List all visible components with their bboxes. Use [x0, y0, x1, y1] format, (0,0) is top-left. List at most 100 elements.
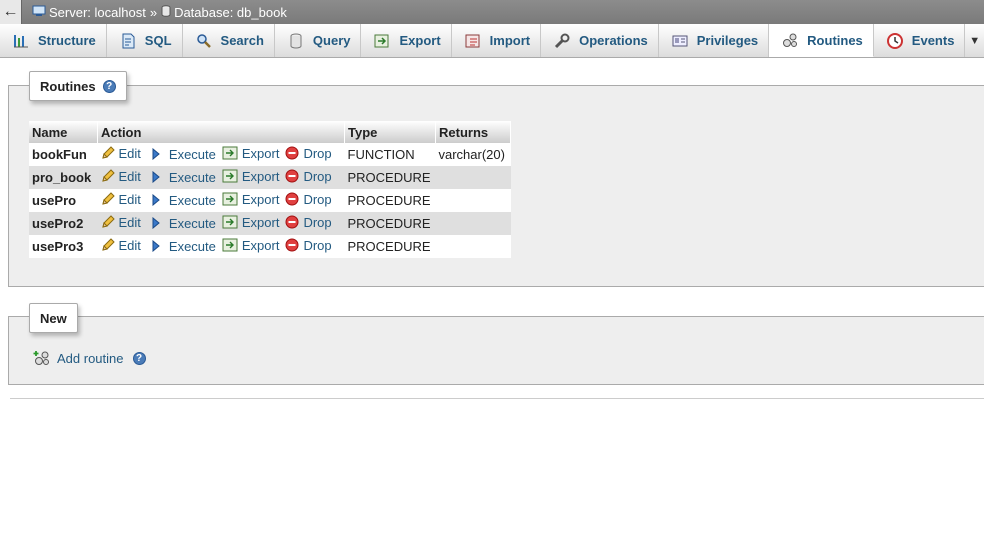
- column-header-type[interactable]: Type: [344, 121, 436, 143]
- export-label: Export: [241, 237, 280, 253]
- chevron-down-icon: ▼: [969, 34, 981, 47]
- export-label: Export: [241, 168, 280, 184]
- table-row: pro_book Edit Execute Export Drop PROCEDURE: [29, 166, 511, 189]
- routine-returns: varchar(20): [435, 143, 511, 166]
- edit-label: Edit: [118, 168, 141, 184]
- play-icon: [151, 194, 165, 207]
- routine-name: pro_book: [29, 166, 98, 189]
- routine-type: FUNCTION: [344, 143, 436, 166]
- breadcrumb-server-link[interactable]: Server: localhost: [49, 5, 146, 20]
- routine-type: PROCEDURE: [344, 166, 436, 189]
- export-link[interactable]: Export: [222, 237, 280, 253]
- routine-actions: Edit Execute Export Drop: [97, 235, 345, 258]
- pencil-icon: [101, 169, 119, 183]
- drop-link[interactable]: Drop: [285, 146, 332, 161]
- drop-label: Drop: [303, 191, 332, 207]
- pencil-icon: [101, 238, 119, 252]
- tab-events[interactable]: Events: [874, 24, 966, 57]
- execute-link[interactable]: Execute: [147, 147, 216, 162]
- export-label: Export: [241, 191, 280, 207]
- drop-label: Drop: [303, 168, 332, 184]
- drop-link[interactable]: Drop: [285, 214, 332, 230]
- drop-link[interactable]: Drop: [285, 191, 332, 207]
- export-icon: [222, 192, 242, 206]
- tab-label: Structure: [38, 33, 96, 48]
- help-icon[interactable]: ?: [132, 351, 146, 365]
- drop-label: Drop: [303, 214, 332, 230]
- export-link[interactable]: Export: [222, 214, 280, 230]
- search-icon: [195, 32, 213, 50]
- add-routine-icon[interactable]: [33, 349, 51, 367]
- export-icon: [222, 215, 242, 229]
- back-button[interactable]: ←: [0, 0, 22, 24]
- routine-name: usePro: [29, 189, 98, 212]
- column-header-returns[interactable]: Returns: [435, 121, 511, 143]
- column-header-name[interactable]: Name: [29, 121, 98, 143]
- add-routine-link[interactable]: Add routine: [57, 351, 124, 366]
- routine-name: bookFun: [29, 143, 98, 166]
- edit-label: Edit: [118, 237, 141, 253]
- execute-link[interactable]: Execute: [147, 170, 216, 185]
- tab-sql[interactable]: SQL: [107, 24, 183, 57]
- database-icon: [161, 4, 171, 20]
- tab-routines[interactable]: Routines: [769, 24, 874, 57]
- execute-link[interactable]: Execute: [147, 193, 216, 208]
- tab-structure[interactable]: Structure: [0, 24, 107, 57]
- table-row: usePro2 Edit Execute Export Drop PROCEDURE: [29, 212, 511, 235]
- drop-link[interactable]: Drop: [285, 237, 332, 253]
- table-row: bookFun Edit Execute Export Drop FUNCTION varc…: [29, 143, 511, 166]
- column-header-action: Action: [97, 121, 345, 143]
- edit-link[interactable]: Edit: [101, 146, 141, 161]
- routine-actions: Edit Execute Export Drop: [97, 189, 345, 212]
- routine-name: usePro2: [29, 212, 98, 235]
- pencil-icon: [101, 146, 119, 160]
- export-icon: [222, 238, 242, 252]
- routines-legend: Routines ?: [29, 71, 127, 101]
- drop-link[interactable]: Drop: [285, 168, 332, 184]
- execute-link[interactable]: Execute: [147, 216, 216, 231]
- tab-label: Routines: [807, 32, 863, 48]
- drop-label: Drop: [303, 237, 332, 253]
- edit-link[interactable]: Edit: [101, 192, 141, 207]
- more-tabs-dropdown[interactable]: ▼: [965, 24, 984, 57]
- add-routine-row: Add routine ?: [33, 349, 146, 367]
- routine-returns: [435, 212, 511, 235]
- table-header-row: Name Action Type Returns: [29, 121, 511, 143]
- drop-icon: [285, 146, 303, 160]
- execute-label: Execute: [168, 215, 216, 231]
- edit-link[interactable]: Edit: [101, 215, 141, 230]
- drop-icon: [285, 215, 303, 229]
- tab-label: Search: [220, 33, 264, 48]
- edit-link[interactable]: Edit: [101, 169, 141, 184]
- help-icon[interactable]: ?: [102, 79, 116, 93]
- tab-search[interactable]: Search: [183, 24, 275, 57]
- play-icon: [151, 217, 165, 230]
- edit-link[interactable]: Edit: [101, 238, 141, 253]
- query-icon: [287, 32, 305, 50]
- export-link[interactable]: Export: [222, 146, 279, 161]
- divider: [10, 398, 984, 399]
- tab-privileges[interactable]: Privileges: [659, 24, 770, 57]
- execute-label: Execute: [168, 146, 216, 162]
- tab-import[interactable]: Import: [452, 24, 542, 57]
- new-title: New: [40, 310, 67, 326]
- breadcrumb-database-link[interactable]: Database: db_book: [174, 5, 287, 20]
- export-icon: [373, 32, 391, 50]
- export-link[interactable]: Export: [222, 168, 280, 184]
- tab-menu: Structure SQL Search Query Export Import: [0, 24, 984, 58]
- breadcrumb-separator: »: [149, 4, 158, 20]
- tab-operations[interactable]: Operations: [541, 24, 659, 57]
- tab-query[interactable]: Query: [275, 24, 362, 57]
- execute-link[interactable]: Execute: [147, 239, 216, 254]
- tab-export[interactable]: Export: [361, 24, 452, 57]
- export-link[interactable]: Export: [222, 191, 280, 207]
- routines-title: Routines: [40, 78, 96, 94]
- tab-label: Export: [399, 33, 441, 48]
- breadcrumb: Server: localhost » Database: db_book: [22, 5, 287, 20]
- table-row: usePro Edit Execute Export Drop PROCEDURE: [29, 189, 511, 212]
- export-icon: [222, 169, 242, 183]
- export-label: Export: [241, 214, 280, 230]
- export-icon: [222, 146, 242, 160]
- routine-type: PROCEDURE: [344, 212, 436, 235]
- routine-name: usePro3: [29, 235, 98, 258]
